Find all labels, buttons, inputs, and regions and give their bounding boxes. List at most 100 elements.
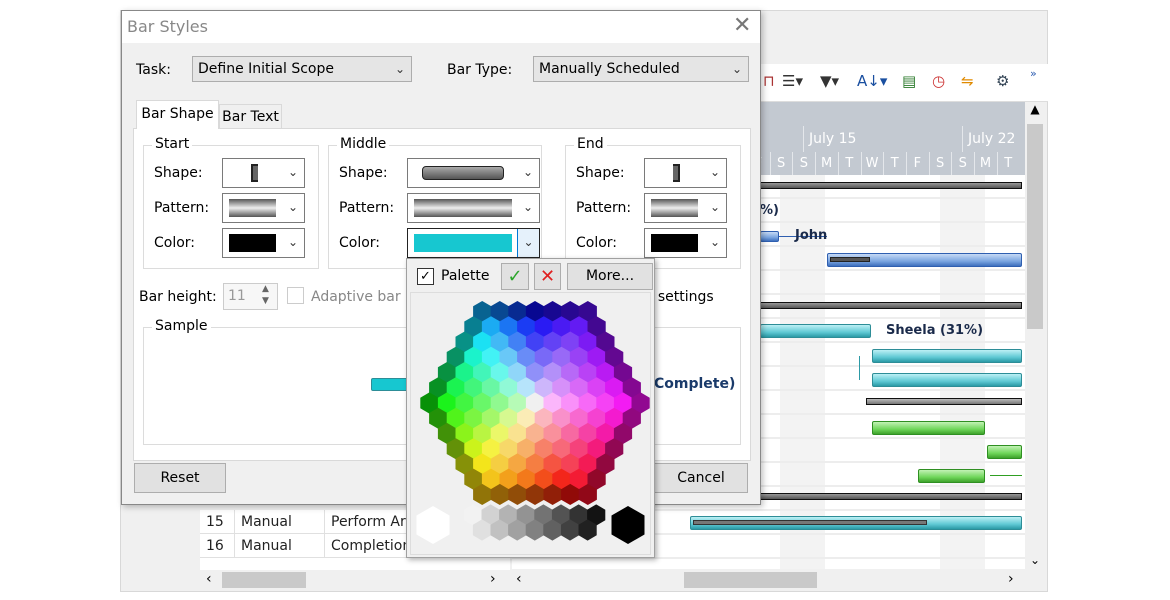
end-bracket-icon	[673, 164, 680, 182]
adaptive-label: Adaptive bar	[311, 289, 401, 305]
filter-icon[interactable]: ▼▾	[820, 72, 839, 90]
color-swatch[interactable]	[416, 506, 450, 544]
palette-label: Palette	[441, 268, 490, 284]
chevron-down-icon: ⌄	[522, 165, 533, 179]
task-bar[interactable]	[760, 231, 779, 242]
color-swatch	[651, 234, 698, 252]
task-mode[interactable]: Manual	[235, 510, 325, 534]
pattern-label: Pattern:	[339, 200, 395, 216]
chevron-down-icon: ⌄	[394, 62, 405, 76]
day-label: M	[974, 152, 996, 175]
confirm-check-icon[interactable]: ✓	[501, 263, 529, 290]
middle-color-select[interactable]: ⌄	[407, 228, 540, 258]
tab-bar-shape[interactable]: Bar Shape	[136, 100, 219, 129]
color-swatch	[414, 234, 512, 252]
summary-bar[interactable]	[866, 398, 1022, 405]
summary-bar[interactable]	[760, 182, 1022, 189]
scroll-left-icon[interactable]: ‹	[516, 571, 522, 587]
shape-label: Shape:	[576, 165, 625, 181]
scroll-thumb[interactable]	[1027, 124, 1043, 329]
more-colors-button[interactable]: More...	[567, 263, 653, 290]
task-bar[interactable]	[760, 324, 871, 338]
scroll-right-icon[interactable]: ›	[490, 571, 496, 587]
color-swatch	[229, 234, 276, 252]
table-horizontal-scrollbar[interactable]: ‹ ›	[200, 570, 510, 590]
more-tools-icon[interactable]: »	[1030, 67, 1037, 80]
day-label: S	[792, 152, 814, 175]
end-shape-select[interactable]: ⌄	[644, 158, 727, 188]
task-bar[interactable]	[872, 373, 1022, 387]
scroll-thumb[interactable]	[222, 572, 306, 588]
gantt-horizontal-scrollbar[interactable]: ‹ ›	[512, 570, 1025, 590]
color-label: Color:	[339, 235, 381, 251]
close-icon[interactable]: ✕	[733, 13, 751, 38]
day-label: F	[905, 152, 928, 175]
sort-icon[interactable]: A↓▾	[857, 72, 887, 90]
day-label: S	[951, 152, 973, 175]
color-swatch[interactable]	[611, 506, 645, 544]
start-group: Start Shape: Pattern: Color: ⌄ ⌄ ⌄	[143, 136, 319, 269]
vertical-scrollbar[interactable]: ▲ ⌄	[1025, 102, 1045, 569]
project-info-icon[interactable]: ▤	[902, 72, 916, 90]
row-id[interactable]: 16	[200, 534, 235, 558]
day-row: FSSMTWTFSSMT	[747, 152, 1025, 175]
hex-palette[interactable]	[411, 293, 652, 556]
pattern-swatch	[651, 199, 698, 217]
scroll-down-icon[interactable]: ⌄	[1025, 553, 1045, 567]
bar-type-label: Bar Type:	[447, 62, 513, 78]
task-bar[interactable]	[987, 445, 1022, 459]
shape-label: Shape:	[154, 165, 203, 181]
task-select[interactable]: Define Initial Scope ⌄	[192, 56, 412, 82]
resources-icon[interactable]: ⚙	[996, 72, 1009, 90]
cancel-button[interactable]: Cancel	[654, 463, 748, 493]
end-pattern-select[interactable]: ⌄	[644, 193, 727, 223]
palette-checkbox[interactable]: ✓	[417, 268, 434, 285]
chevron-down-icon: ⌄	[287, 165, 298, 179]
day-label: S	[928, 152, 951, 175]
chevron-down-icon: ⌄	[731, 62, 742, 76]
progress-bar[interactable]	[830, 257, 870, 262]
link-line[interactable]	[859, 356, 860, 380]
week-label: July 22	[962, 126, 1025, 152]
group-title: Sample	[152, 318, 211, 334]
reset-button[interactable]: Reset	[134, 463, 226, 493]
cancel-x-icon[interactable]: ✕	[534, 263, 561, 290]
gantt-toolbar: ⊓ ☰▾ ▼▾ A↓▾ ▤ ◷ ⇋ ⚙ »	[760, 64, 1048, 102]
end-color-select[interactable]: ⌄	[644, 228, 727, 258]
start-shape-select[interactable]: ⌄	[222, 158, 305, 188]
pattern-swatch	[229, 199, 276, 217]
progress-bar[interactable]	[693, 520, 927, 525]
row-id[interactable]: 15	[200, 510, 235, 534]
bar-height-spinner[interactable]: 11 ▲ ▼	[223, 283, 278, 310]
bar-label: John	[795, 228, 828, 243]
link-line[interactable]	[990, 475, 1022, 476]
spin-down-icon[interactable]: ▼	[262, 296, 269, 306]
tab-bar-text[interactable]: Bar Text	[219, 104, 282, 128]
middle-shape-select[interactable]: ⌄	[407, 158, 540, 188]
adaptive-checkbox[interactable]	[287, 287, 304, 304]
scroll-up-icon[interactable]: ▲	[1025, 102, 1045, 116]
bar-height-value: 11	[228, 288, 246, 304]
end-group: End Shape: Pattern: Color: ⌄ ⌄ ⌄	[565, 136, 741, 269]
link-icon[interactable]: ⊓	[763, 72, 775, 90]
summary-bar[interactable]	[760, 302, 1022, 309]
chevron-down-icon[interactable]: ⌄	[517, 229, 539, 257]
scroll-right-icon[interactable]: ›	[1008, 571, 1014, 587]
scroll-left-icon[interactable]: ‹	[206, 571, 212, 587]
task-mode[interactable]: Manual	[235, 534, 325, 558]
split-icon[interactable]: ⇋	[961, 72, 974, 90]
chevron-down-icon: ⌄	[709, 235, 720, 249]
start-color-select[interactable]: ⌄	[222, 228, 305, 258]
start-pattern-select[interactable]: ⌄	[222, 193, 305, 223]
scroll-thumb[interactable]	[684, 572, 817, 588]
day-label: T	[996, 152, 1019, 175]
middle-pattern-select[interactable]: ⌄	[407, 193, 540, 223]
task-bar[interactable]	[872, 421, 985, 435]
calendar-icon[interactable]: ◷	[932, 72, 945, 90]
bar-type-select[interactable]: Manually Scheduled ⌄	[533, 56, 749, 82]
outline-icon[interactable]: ☰▾	[782, 72, 803, 90]
task-bar[interactable]	[872, 349, 1022, 363]
day-label: S	[769, 152, 792, 175]
task-bar[interactable]	[918, 469, 985, 483]
spin-up-icon[interactable]: ▲	[262, 284, 269, 294]
